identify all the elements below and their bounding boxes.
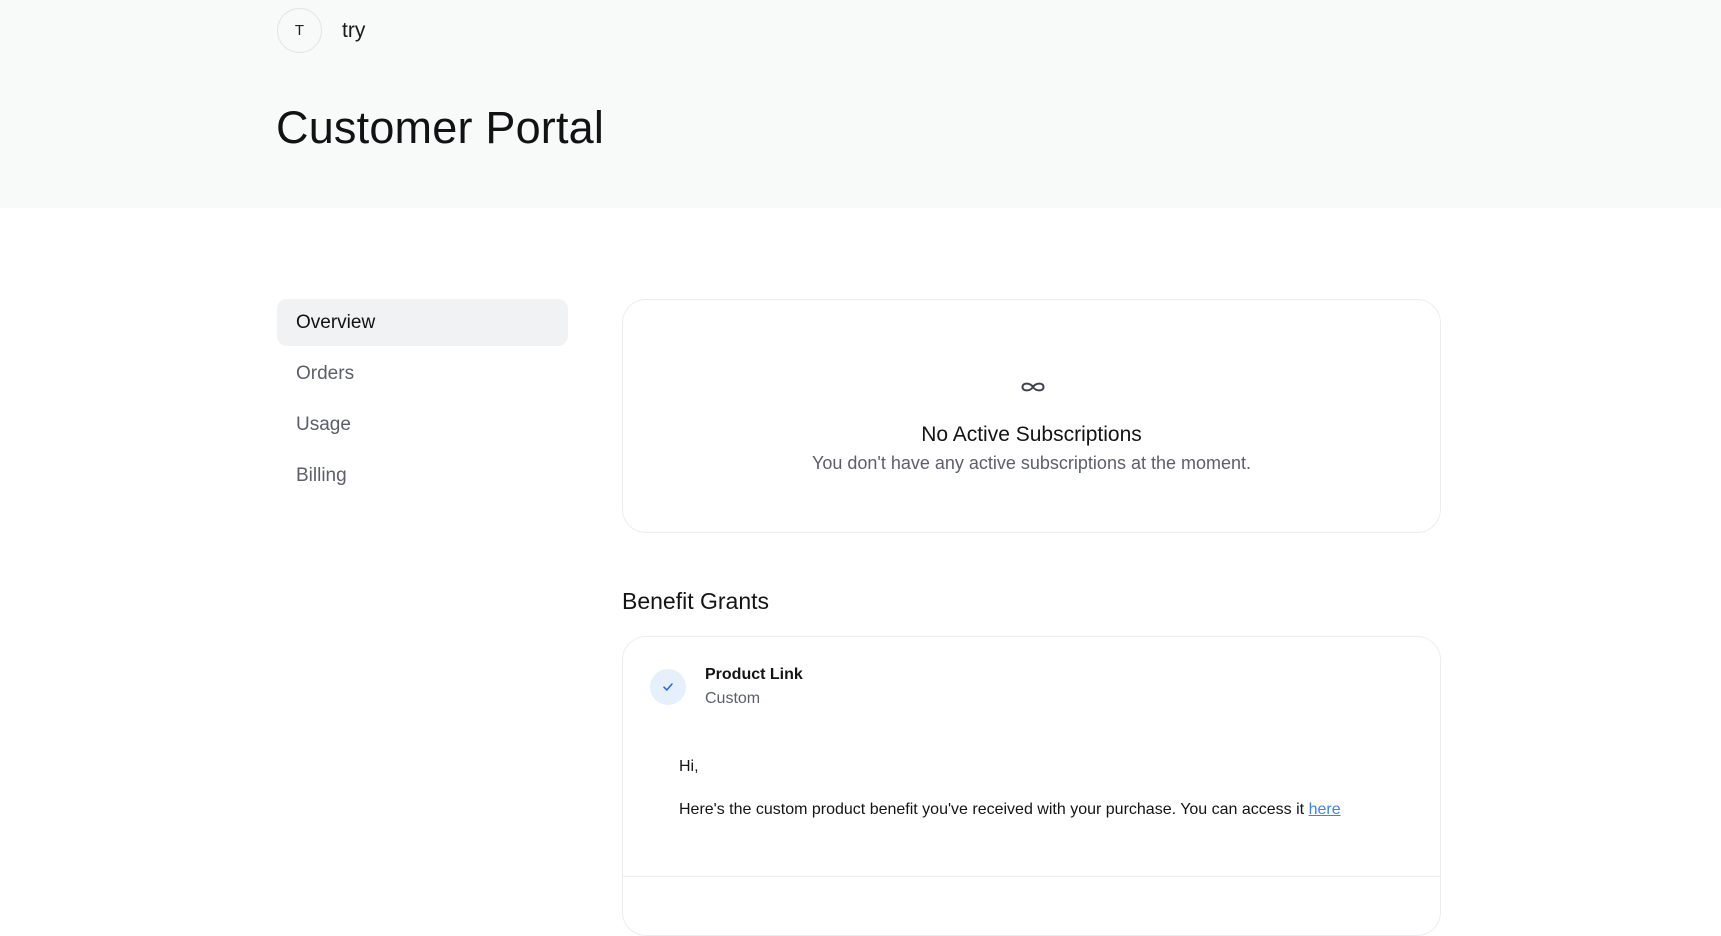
benefit-grant-card: Product Link Custom Hi, Here's the custo… [622,636,1441,936]
organization-avatar[interactable]: T [277,8,322,53]
grant-divider [623,876,1440,877]
grant-type: Custom [705,690,761,707]
subscriptions-empty-title: No Active Subscriptions [921,423,1142,446]
sidebar-item-label: Overview [296,311,376,333]
sidebar-item-billing[interactable]: Billing [277,452,568,499]
organization-name: try [342,18,366,42]
portal-header: T try Customer Portal [0,0,1721,208]
grant-status-badge [650,669,686,705]
benefit-grants-title: Benefit Grants [622,588,770,614]
sidebar-item-usage[interactable]: Usage [277,401,568,448]
grant-access-link[interactable]: here [1309,801,1341,818]
sidebar-item-overview[interactable]: Overview [277,299,568,346]
sidebar-item-label: Usage [296,413,351,435]
grant-name: Product Link [705,666,803,683]
page-title: Customer Portal [276,102,605,153]
sidebar-item-label: Orders [296,362,355,384]
check-icon [663,683,673,691]
sidebar-item-label: Billing [296,464,347,486]
grant-greeting: Hi, [679,758,699,775]
sidebar-nav: Overview Orders Usage Billing [277,299,568,503]
infinity-icon [1021,382,1045,392]
grant-body-text: Here's the custom product benefit you've… [679,801,1309,818]
sidebar-item-orders[interactable]: Orders [277,350,568,397]
subscriptions-empty-description: You don't have any active subscriptions … [811,453,1252,473]
grant-body: Here's the custom product benefit you've… [679,801,1341,819]
organization-row: T try [277,8,365,53]
subscriptions-card: No Active Subscriptions You don't have a… [622,299,1441,533]
